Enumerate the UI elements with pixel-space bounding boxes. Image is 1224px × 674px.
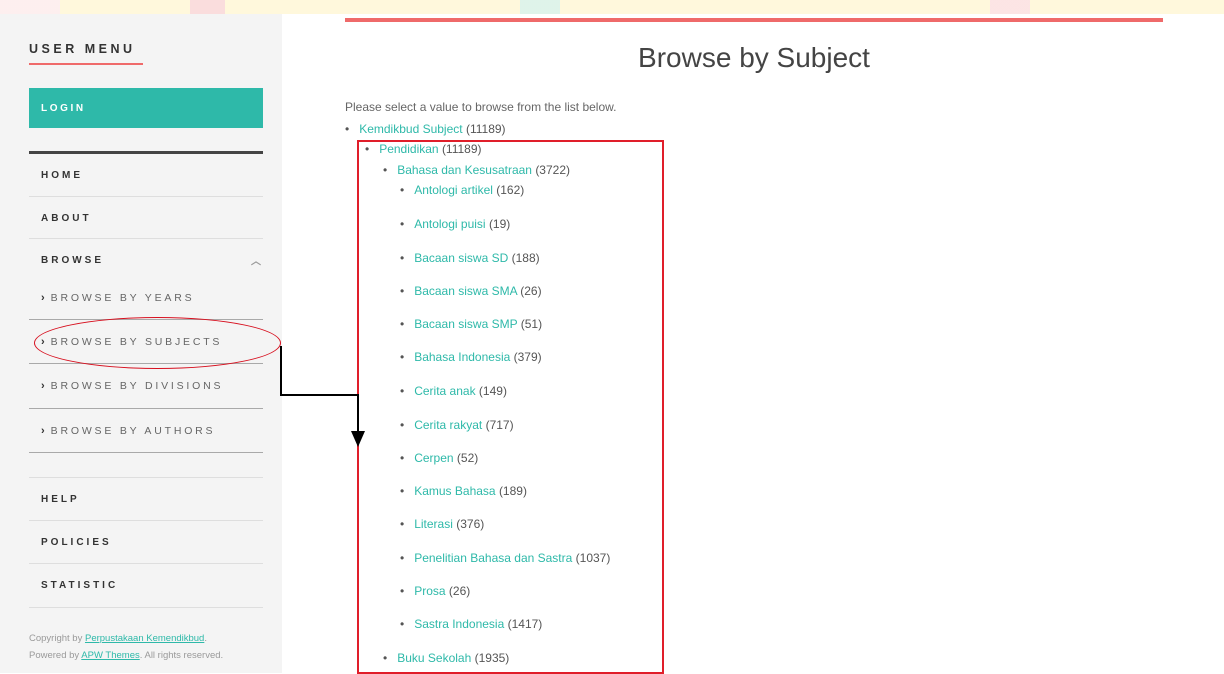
arrow-line xyxy=(280,346,359,433)
arrow-head-icon xyxy=(351,431,365,447)
annotation-arrow xyxy=(280,346,365,447)
